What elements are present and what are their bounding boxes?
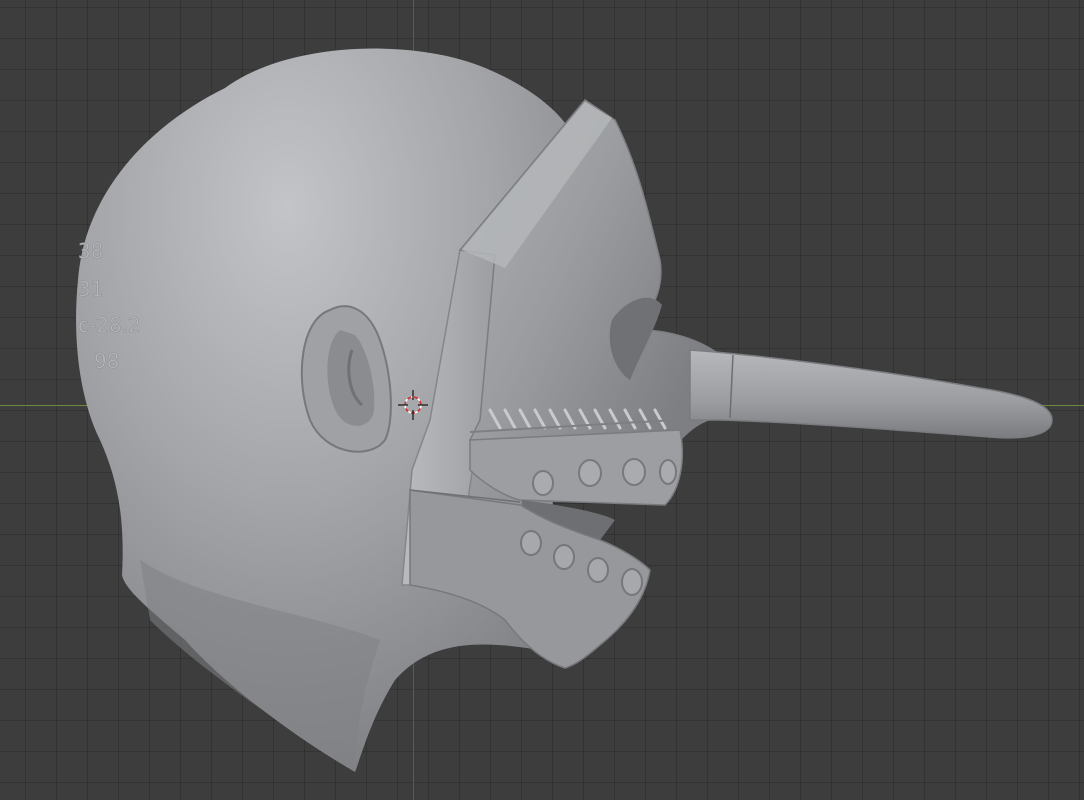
3d-cursor-icon[interactable] — [398, 390, 428, 420]
engraved-text-3: c-28.2 — [78, 313, 141, 337]
engraved-text-2: 31 — [78, 277, 103, 301]
long-nose — [689, 349, 1053, 439]
engraved-text-4: 98 — [94, 349, 119, 373]
head-mask-model[interactable]: 38 31 c-28.2 98 — [0, 0, 1084, 800]
engraved-text-1: 38 — [78, 239, 103, 263]
3d-viewport[interactable]: 38 31 c-28.2 98 — [0, 0, 1084, 800]
mask-upper-jaw — [469, 429, 683, 506]
